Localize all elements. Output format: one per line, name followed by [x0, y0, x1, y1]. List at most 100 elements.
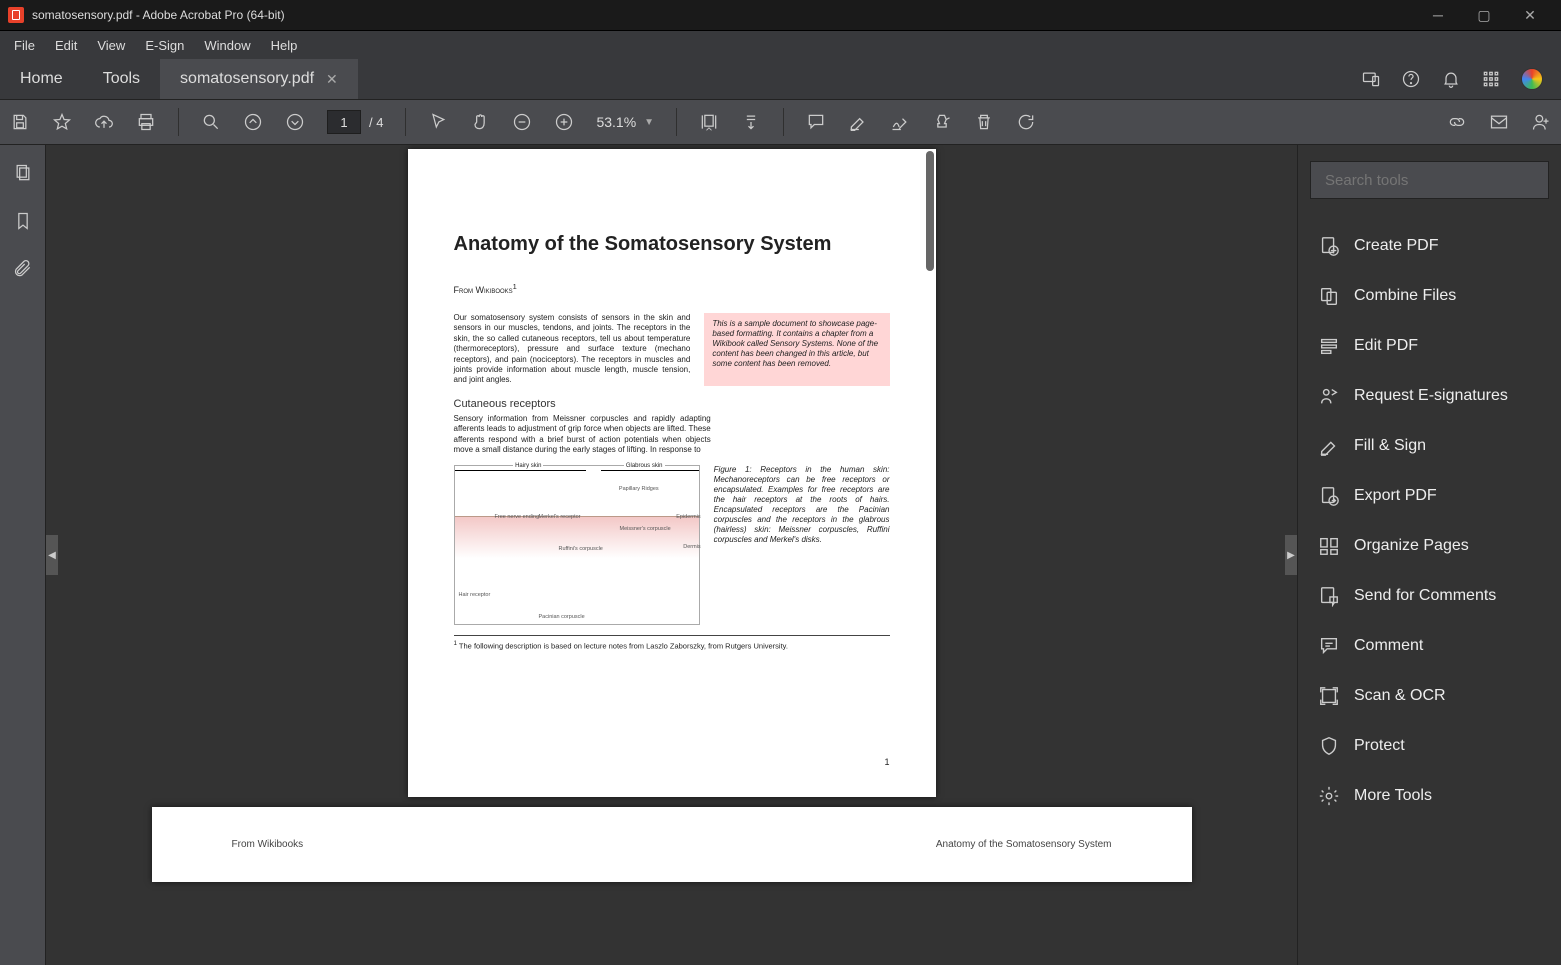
email-icon[interactable]: [1489, 112, 1509, 132]
zoom-in-icon[interactable]: [554, 112, 574, 132]
main-area: ◀ ▶ Anatomy of the Somatosensory System …: [0, 145, 1561, 965]
document-viewer[interactable]: ◀ ▶ Anatomy of the Somatosensory System …: [46, 145, 1297, 965]
menu-view[interactable]: View: [87, 34, 135, 57]
share-user-icon[interactable]: [1531, 112, 1551, 132]
tool-label: Combine Files: [1354, 287, 1456, 305]
tab-home-label: Home: [20, 70, 63, 88]
search-tools-input[interactable]: [1310, 161, 1549, 199]
scrollbar[interactable]: [926, 151, 934, 271]
tool-icon: [1318, 685, 1340, 707]
selection-tool-icon[interactable]: [428, 112, 448, 132]
pdf-page-2: From Wikibooks Anatomy of the Somatosens…: [152, 807, 1192, 882]
fit-width-icon[interactable]: [699, 112, 719, 132]
tool-label: Scan & OCR: [1354, 687, 1446, 705]
minimize-button[interactable]: ─: [1415, 0, 1461, 31]
chevron-down-icon: ▼: [644, 117, 654, 128]
help-icon[interactable]: [1401, 69, 1421, 89]
subheading: Cutaneous receptors: [454, 398, 890, 410]
tool-icon: [1318, 485, 1340, 507]
tool-more-tools[interactable]: More Tools: [1310, 771, 1549, 821]
tab-document[interactable]: somatosensory.pdf ✕: [160, 59, 358, 99]
fig-lbl-hairy: Hairy skin: [513, 463, 543, 469]
cloud-upload-icon[interactable]: [94, 112, 114, 132]
zoom-level[interactable]: 53.1%▼: [596, 114, 654, 130]
footnote-text: The following description is based on le…: [457, 642, 788, 651]
zoom-out-icon[interactable]: [512, 112, 532, 132]
figure-caption: Figure 1: Receptors in the human skin: M…: [714, 465, 890, 625]
doc-from-text: From Wikibooks: [454, 285, 513, 295]
apps-grid-icon[interactable]: [1481, 69, 1501, 89]
tool-icon: [1318, 235, 1340, 257]
profile-avatar[interactable]: [1521, 68, 1543, 90]
p2-header-left: From Wikibooks: [232, 839, 304, 882]
tool-edit-pdf[interactable]: Edit PDF: [1310, 321, 1549, 371]
tool-icon: [1318, 785, 1340, 807]
tool-request-e-signatures[interactable]: Request E-signatures: [1310, 371, 1549, 421]
attachments-icon[interactable]: [13, 259, 33, 279]
comment-icon[interactable]: [806, 112, 826, 132]
tool-label: Comment: [1354, 637, 1423, 655]
menu-file[interactable]: File: [4, 34, 45, 57]
footnote: 1 The following description is based on …: [454, 635, 890, 651]
tool-icon: [1318, 335, 1340, 357]
tool-icon: [1318, 635, 1340, 657]
find-icon[interactable]: [201, 112, 221, 132]
thumbnails-icon[interactable]: [13, 163, 33, 183]
fig-lbl-glabrous: Glabrous skin: [624, 463, 665, 469]
sign-icon[interactable]: [890, 112, 910, 132]
tool-label: Fill & Sign: [1354, 437, 1426, 455]
tab-close-icon[interactable]: ✕: [326, 71, 338, 88]
tab-tools[interactable]: Tools: [83, 59, 160, 99]
tool-combine-files[interactable]: Combine Files: [1310, 271, 1549, 321]
fig-lbl-dermis: Dermis: [683, 544, 700, 550]
star-icon[interactable]: [52, 112, 72, 132]
hand-tool-icon[interactable]: [470, 112, 490, 132]
stamp-icon[interactable]: [932, 112, 952, 132]
bell-icon[interactable]: [1441, 69, 1461, 89]
scroll-mode-icon[interactable]: [741, 112, 761, 132]
tool-organize-pages[interactable]: Organize Pages: [1310, 521, 1549, 571]
devices-icon[interactable]: [1361, 69, 1381, 89]
menu-edit[interactable]: Edit: [45, 34, 87, 57]
highlight-icon[interactable]: [848, 112, 868, 132]
tab-home[interactable]: Home: [0, 59, 83, 99]
tool-label: Export PDF: [1354, 487, 1437, 505]
rotate-icon[interactable]: [1016, 112, 1036, 132]
toolbar: / 4 53.1%▼: [0, 99, 1561, 145]
tool-icon: [1318, 735, 1340, 757]
tool-label: Edit PDF: [1354, 337, 1418, 355]
tool-label: Organize Pages: [1354, 537, 1469, 555]
tool-protect[interactable]: Protect: [1310, 721, 1549, 771]
tool-send-for-comments[interactable]: Send for Comments: [1310, 571, 1549, 621]
tool-scan-ocr[interactable]: Scan & OCR: [1310, 671, 1549, 721]
delete-icon[interactable]: [974, 112, 994, 132]
tab-tools-label: Tools: [103, 70, 140, 88]
window-title: somatosensory.pdf - Adobe Acrobat Pro (6…: [32, 8, 1415, 22]
menu-esign[interactable]: E-Sign: [135, 34, 194, 57]
page-number-input[interactable]: [327, 110, 361, 134]
next-page-icon[interactable]: [285, 112, 305, 132]
tool-export-pdf[interactable]: Export PDF: [1310, 471, 1549, 521]
close-button[interactable]: ✕: [1507, 0, 1553, 31]
tool-icon: [1318, 535, 1340, 557]
prev-page-icon[interactable]: [243, 112, 263, 132]
save-icon[interactable]: [10, 112, 30, 132]
fig-lbl-papillary: Papillary Ridges: [619, 486, 659, 492]
link-icon[interactable]: [1447, 112, 1467, 132]
tool-comment[interactable]: Comment: [1310, 621, 1549, 671]
p2-header-right: Anatomy of the Somatosensory System: [936, 839, 1112, 882]
tool-icon: [1318, 285, 1340, 307]
left-nav-rail: [0, 145, 46, 965]
print-icon[interactable]: [136, 112, 156, 132]
fig-lbl-hair: Hair receptor: [459, 592, 491, 598]
maximize-button[interactable]: ▢: [1461, 0, 1507, 31]
fig-lbl-merkel: Merkel's receptor: [539, 514, 581, 520]
tool-create-pdf[interactable]: Create PDF: [1310, 221, 1549, 271]
fig-lbl-epidermis: Epidermis: [676, 514, 700, 520]
fig-lbl-ruffini: Ruffini's corpuscle: [559, 546, 603, 552]
tool-fill-sign[interactable]: Fill & Sign: [1310, 421, 1549, 471]
menu-window[interactable]: Window: [194, 34, 260, 57]
bookmarks-icon[interactable]: [13, 211, 33, 231]
intro-paragraph: Our somatosensory system consists of sen…: [454, 313, 691, 386]
menu-help[interactable]: Help: [261, 34, 308, 57]
